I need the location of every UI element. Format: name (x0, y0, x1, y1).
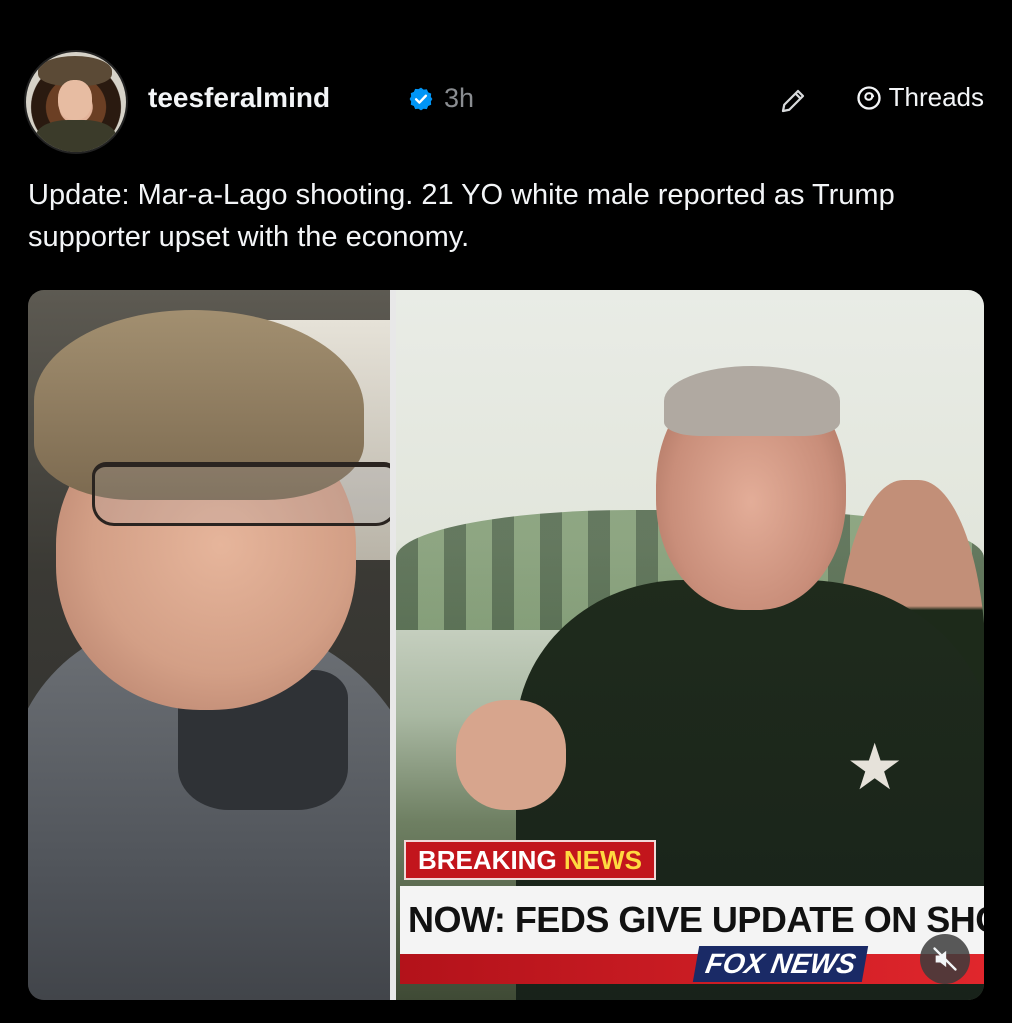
news-word: NEWS (563, 845, 642, 875)
photo-glasses (92, 462, 390, 526)
post-header: teesferalmind 3h Threads (24, 50, 984, 154)
chyron-red-bar (400, 954, 984, 984)
verified-badge-icon (409, 87, 433, 111)
threads-link-label: Threads (888, 82, 984, 112)
badge-star-icon: ★ (846, 731, 904, 803)
username[interactable]: teesferalmind (148, 82, 330, 114)
avatar-face (58, 80, 92, 120)
avatar-coat (36, 120, 116, 152)
sheriff-hair (664, 366, 840, 436)
breaking-news-tag: BREAKING NEWS (404, 840, 656, 880)
post-body-text: Update: Mar-a-Lago shooting. 21 YO white… (28, 179, 895, 253)
pencil-edit-icon[interactable] (778, 86, 808, 116)
photo-young-man (28, 290, 390, 1000)
sheriff-hand (456, 700, 566, 810)
post-timestamp: 3h (444, 83, 475, 113)
mute-toggle-button[interactable] (920, 934, 970, 984)
muted-speaker-icon (933, 947, 957, 971)
video-still-sheriff: ★ BREAKING NEWS NOW: FEDS GIVE UPDATE ON… (396, 290, 984, 1000)
threads-logo-icon (856, 85, 881, 110)
breaking-word: BREAKING (418, 845, 557, 875)
network-logo: FOX NEWS (692, 946, 869, 982)
news-chyron: BREAKING NEWS NOW: FEDS GIVE UPDATE ON S… (396, 810, 984, 1000)
avatar[interactable] (24, 50, 128, 154)
chyron-headline: NOW: FEDS GIVE UPDATE ON SHOO (400, 886, 984, 954)
threads-app-link[interactable]: Threads (855, 82, 984, 113)
post-media-image[interactable]: ★ BREAKING NEWS NOW: FEDS GIVE UPDATE ON… (28, 290, 984, 1000)
